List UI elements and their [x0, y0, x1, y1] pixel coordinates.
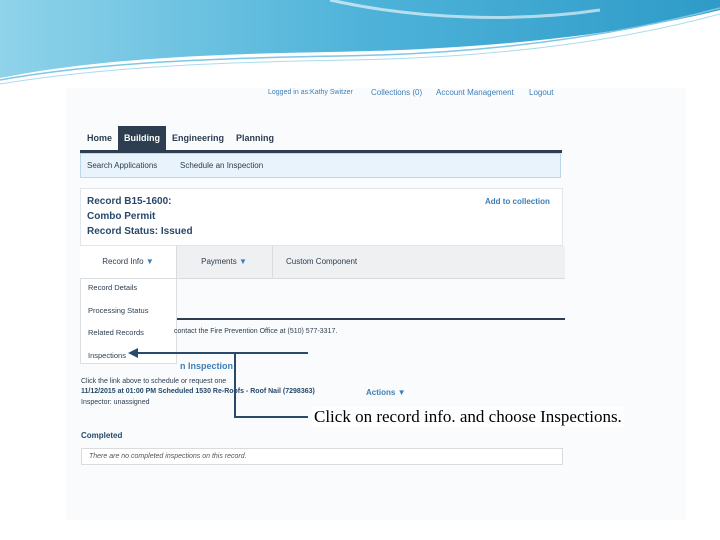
fire-office-notice: contact the Fire Prevention Office at (5… — [174, 328, 338, 335]
menu-item-inspections[interactable]: Inspections — [88, 351, 126, 360]
record-info-dropdown[interactable]: Record Info ▼ — [80, 246, 177, 278]
collections-link[interactable]: Collections (0) — [371, 88, 422, 97]
dropdown-triangle-icon: ▼ — [238, 257, 247, 266]
actions-label: Actions — [366, 388, 396, 397]
record-info-label: Record Info — [102, 257, 144, 266]
completed-heading: Completed — [81, 431, 123, 440]
inspection-section-heading: n Inspection — [180, 361, 234, 371]
header-swoosh-decoration — [0, 0, 720, 85]
inspector-text: Inspector: unassigned — [81, 399, 150, 406]
actions-dropdown[interactable]: Actions ▼ — [366, 388, 406, 397]
search-applications-link[interactable]: Search Applications — [87, 161, 157, 170]
menu-item-record-details[interactable]: Record Details — [88, 283, 137, 292]
record-type: Combo Permit — [87, 211, 156, 222]
tab-building[interactable]: Building — [118, 126, 166, 150]
arrow-left-icon — [128, 348, 234, 358]
logout-link[interactable]: Logout — [529, 88, 553, 97]
menu-item-related-records[interactable]: Related Records — [88, 328, 144, 337]
add-to-collection-link[interactable]: Add to collection — [485, 197, 550, 206]
record-number: Record B15-1600: — [87, 196, 172, 207]
schedule-inspection-link[interactable]: Schedule an Inspection — [180, 161, 263, 170]
dropdown-triangle-icon: ▼ — [145, 257, 154, 266]
no-completed-message: There are no completed inspections on th… — [89, 453, 247, 460]
tab-home[interactable]: Home — [87, 133, 112, 143]
menu-item-processing-status[interactable]: Processing Status — [88, 306, 148, 315]
account-management-link[interactable]: Account Management — [436, 88, 514, 97]
payments-label: Payments — [201, 257, 237, 266]
payments-dropdown[interactable]: Payments ▼ — [176, 246, 273, 278]
dropdown-triangle-icon: ▼ — [397, 388, 406, 397]
section-divider — [176, 318, 565, 320]
custom-component-label: Custom Component — [286, 257, 358, 266]
logged-in-text: Logged in as:Kathy Switzer — [268, 89, 353, 96]
tab-planning[interactable]: Planning — [236, 133, 274, 143]
callout-instruction: Click on record info. and choose Inspect… — [312, 407, 624, 427]
tab-engineering[interactable]: Engineering — [172, 133, 224, 143]
custom-component-tab[interactable]: Custom Component — [286, 246, 406, 278]
schedule-instructions: Click the link above to schedule or requ… — [81, 378, 227, 385]
callout-connector — [234, 352, 308, 418]
record-tabs-row: Record Info ▼ Payments ▼ Custom Componen… — [80, 246, 565, 279]
record-status: Record Status: Issued — [87, 226, 193, 237]
